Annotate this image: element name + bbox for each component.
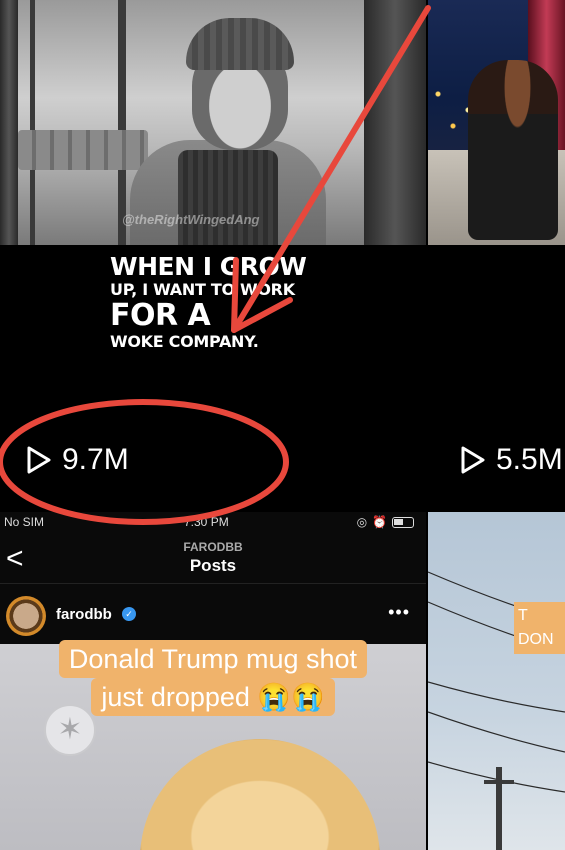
reel-thumbnail-image: @theRightWingedAng [0, 0, 426, 245]
reel-tile-4[interactable]: T DON [428, 512, 565, 850]
mug-caption: Donald Trump mug shot just dropped 😭😭 [0, 640, 426, 716]
reel-thumbnail-image [428, 0, 565, 245]
stone-wall [18, 130, 148, 170]
caption-line: UP, I WANT TO WORK [110, 280, 295, 299]
embedded-nav-bar: < FARODBB Posts [0, 536, 426, 584]
clock: 7:30 PM [184, 515, 229, 529]
play-icon [461, 446, 485, 474]
reel-tile-3[interactable]: No SIM 7:30 PM ◎ ⏰ < FARODBB Posts farod… [0, 512, 426, 850]
caption-line: WOKE COMPANY. [110, 332, 259, 351]
location-icon: ◎ [356, 515, 368, 529]
hair [140, 739, 380, 850]
reel-tile-2[interactable]: 5.5M [428, 0, 565, 510]
kid-hat [186, 18, 294, 70]
tree-trunk [118, 0, 126, 245]
reel-tile-1[interactable]: @theRightWingedAng WHEN I GROW UP, I WAN… [0, 0, 426, 510]
view-count: 9.7M [24, 443, 129, 477]
embedded-status-bar: No SIM 7:30 PM ◎ ⏰ [0, 512, 426, 532]
power-lines [428, 571, 565, 850]
nav-username: FARODBB [183, 540, 243, 554]
verified-badge-icon: ✓ [122, 607, 136, 621]
watermark: @theRightWingedAng [122, 212, 260, 227]
alarm-icon: ⏰ [372, 515, 387, 529]
avatar [6, 596, 46, 636]
more-options-icon: ••• [388, 602, 410, 622]
guest-figure [468, 60, 558, 240]
meme-caption: WHEN I GROW UP, I WANT TO WORK FOR A WOK… [110, 252, 307, 353]
caption-line: WHEN I GROW [110, 252, 307, 281]
caption-line: T [518, 607, 528, 624]
tree-trunk [30, 0, 35, 245]
post-handle: farodbb [56, 606, 112, 623]
post-header: farodbb ✓ ••• [0, 590, 426, 642]
view-count-value: 5.5M [496, 443, 563, 476]
nav-title: Posts [189, 556, 237, 575]
caption-line: FOR A [110, 298, 211, 333]
cabin-wall-left [0, 0, 18, 245]
caption-line: DON [518, 631, 554, 648]
mug-caption-line-1: Donald Trump mug shot [58, 640, 368, 678]
battery-icon [392, 516, 414, 528]
video-caption: T DON [514, 602, 565, 654]
view-count-value: 9.7M [62, 443, 129, 476]
status-icons: ◎ ⏰ [357, 515, 414, 529]
kid-overalls [178, 150, 278, 245]
mug-caption-line-2: just dropped 😭😭 [91, 678, 335, 716]
play-icon [27, 446, 51, 474]
carrier-label: No SIM [4, 515, 45, 529]
cabin-wall-right [364, 0, 426, 245]
view-count: 5.5M [458, 443, 563, 477]
